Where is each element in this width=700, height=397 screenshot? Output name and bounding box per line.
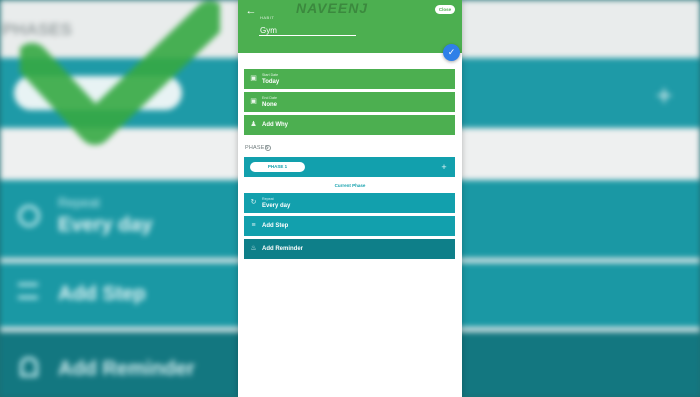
repeat-value: Every day — [262, 203, 291, 209]
phone-screen: ← NAVEENJ Close HABIT ✓ ▣ Start Date Tod… — [238, 0, 462, 397]
add-phase-plus-icon[interactable]: + — [439, 161, 449, 173]
start-date-label: Start Date — [262, 73, 279, 77]
start-date-row[interactable]: ▣ Start Date Today — [244, 69, 455, 89]
current-phase-label: Current Phase — [334, 183, 366, 188]
save-check-button[interactable]: ✓ — [443, 44, 460, 61]
bg-repeat-icon — [18, 205, 40, 227]
habit-field-label: HABIT — [260, 15, 275, 20]
add-reminder-label: Add Reminder — [262, 246, 304, 252]
watermark: NAVEENJ — [296, 0, 369, 16]
add-step-label: Add Step — [262, 223, 289, 229]
bg-checkmark-icon — [20, 1, 220, 145]
add-why-label: Add Why — [262, 122, 288, 128]
end-date-row[interactable]: ▣ End Date None — [244, 92, 455, 112]
bg-add-step-label: Add Step — [58, 283, 146, 305]
repeat-row[interactable]: ↻ Repeat Every day — [244, 193, 455, 213]
calendar-end-icon: ▣ — [250, 98, 257, 105]
bg-bell-icon — [20, 357, 38, 377]
add-why-row[interactable]: ♟ Add Why — [244, 115, 455, 135]
bg-plus-icon: + — [656, 80, 673, 111]
bg-add-reminder-label: Add Reminder — [58, 358, 195, 380]
repeat-label: Repeat — [262, 197, 274, 201]
end-date-value: None — [262, 102, 277, 108]
info-icon[interactable]: ? — [265, 145, 271, 151]
bell-icon: ♨ — [250, 245, 257, 252]
add-reminder-row[interactable]: ♨ Add Reminder — [244, 239, 455, 259]
check-icon: ✓ — [447, 47, 456, 57]
add-step-row[interactable]: ≡ Add Step — [244, 216, 455, 236]
person-add-icon: ♟ — [250, 121, 257, 128]
bg-repeat-value: Every day — [58, 214, 153, 236]
phases-bar: PHASE 1 + — [244, 157, 455, 177]
habit-name-input[interactable] — [259, 26, 356, 36]
habit-header: ← NAVEENJ Close HABIT — [238, 0, 462, 53]
back-arrow-icon[interactable]: ← — [244, 4, 258, 18]
phase-1-tab[interactable]: PHASE 1 — [250, 162, 305, 172]
bg-repeat-label: Repeat — [58, 195, 100, 210]
close-button[interactable]: Close — [435, 5, 455, 14]
calendar-icon: ▣ — [250, 75, 257, 82]
start-date-value: Today — [262, 79, 280, 85]
bg-list-icon — [18, 283, 38, 299]
end-date-label: End Date — [262, 96, 277, 100]
repeat-icon: ↻ — [250, 199, 257, 206]
list-icon: ≡ — [251, 222, 256, 229]
